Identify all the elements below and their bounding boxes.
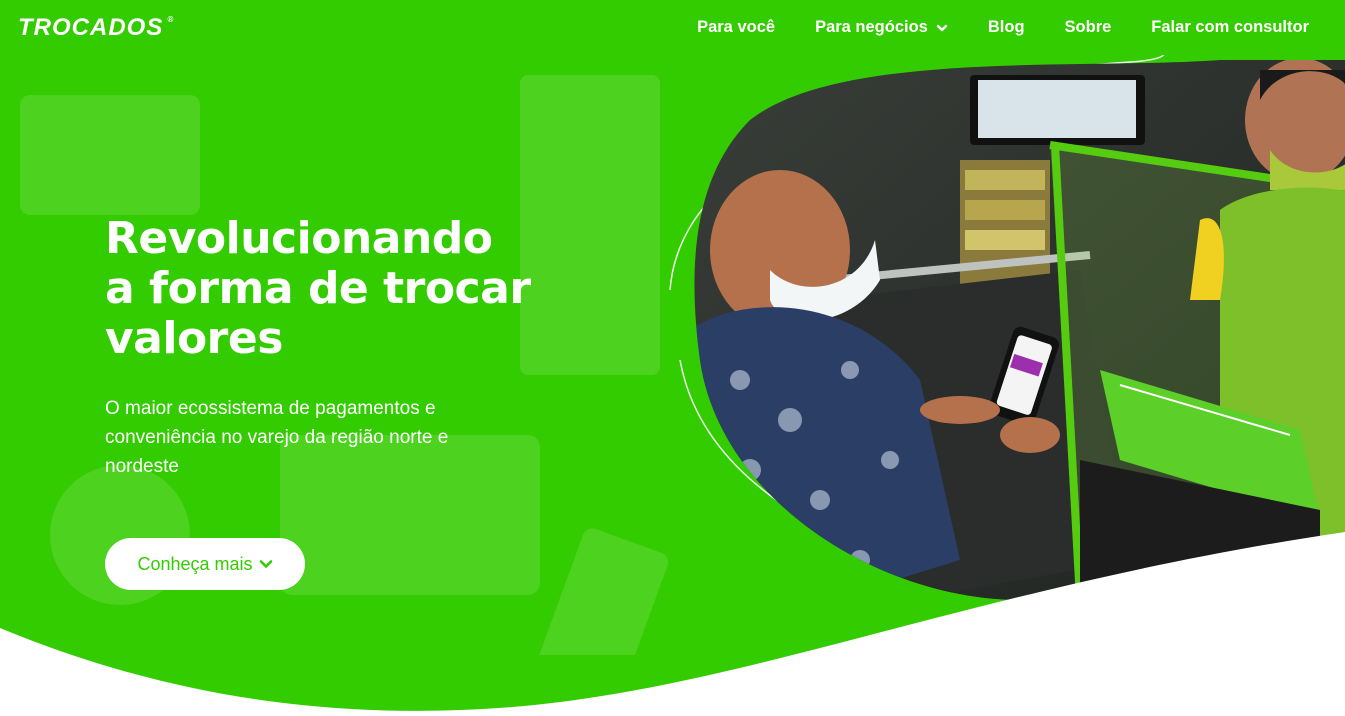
- cta-label: Conheça mais: [137, 553, 253, 574]
- main-nav: Para você Para negócios Blog Sobre Falar…: [697, 18, 1309, 37]
- nav-label: Falar com consultor: [1151, 18, 1309, 36]
- trocados-logo[interactable]: TROCADOS ®: [18, 14, 174, 42]
- hero-title-line: a forma de trocar: [105, 263, 531, 314]
- hero-title-line: Revolucionando: [105, 213, 493, 264]
- nav-item-falar-com-consultor[interactable]: Falar com consultor: [1151, 18, 1309, 37]
- logo-text: TROCADOS: [18, 13, 164, 41]
- nav-label: Blog: [987, 18, 1025, 36]
- hero-title: Revolucionando a forma de trocar valores: [105, 214, 545, 364]
- hero-text-block: Revolucionando a forma de trocar valores…: [105, 214, 545, 481]
- nav-label: Para você: [697, 18, 776, 36]
- hero-title-line: valores: [105, 313, 283, 364]
- hero-subtitle: O maior ecossistema de pagamentos e conv…: [105, 398, 449, 477]
- site-header: TROCADOS ® Para você Para negócios Blog …: [0, 0, 1345, 55]
- hero-section: TROCADOS ® Para você Para negócios Blog …: [0, 0, 1345, 716]
- chevron-down-icon: [259, 560, 272, 568]
- registered-mark: ®: [167, 15, 175, 24]
- nav-item-blog[interactable]: Blog: [988, 18, 1025, 37]
- conheca-mais-button[interactable]: Conheça mais: [105, 538, 305, 590]
- chevron-down-icon: [936, 24, 948, 31]
- nav-item-para-voce[interactable]: Para você: [697, 18, 775, 37]
- nav-item-sobre[interactable]: Sobre: [1065, 18, 1112, 37]
- nav-label: Sobre: [1064, 18, 1112, 36]
- nav-label: Para negócios: [815, 18, 928, 36]
- nav-item-para-negocios[interactable]: Para negócios: [815, 18, 948, 37]
